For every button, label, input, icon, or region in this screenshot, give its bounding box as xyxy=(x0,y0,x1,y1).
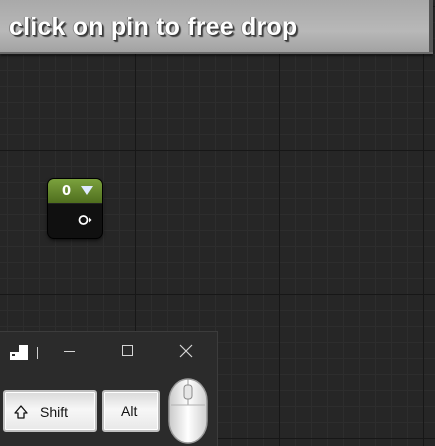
banner-edge xyxy=(429,0,433,52)
on-screen-keyboard: Shift Alt xyxy=(0,331,218,446)
maximize-icon[interactable] xyxy=(122,345,133,356)
keyboard-app-icon xyxy=(10,345,28,360)
mouse-icon xyxy=(168,378,208,444)
close-icon[interactable] xyxy=(178,343,194,359)
banner-text: click on pin to free drop xyxy=(9,13,298,41)
alt-key[interactable]: Alt xyxy=(102,390,160,432)
shift-key-label: Shift xyxy=(40,404,69,420)
triangle-down-icon[interactable] xyxy=(81,186,93,195)
minimize-icon[interactable] xyxy=(64,351,75,352)
exec-pin-icon[interactable] xyxy=(78,214,92,226)
alt-key-label: Alt xyxy=(121,403,138,419)
title-separator xyxy=(37,347,38,359)
shift-arrow-icon xyxy=(14,405,28,419)
graph-node[interactable]: 0 xyxy=(48,179,102,238)
node-title: 0 xyxy=(62,184,72,199)
instruction-banner: click on pin to free drop xyxy=(0,0,433,54)
shift-key[interactable]: Shift xyxy=(3,390,97,432)
node-header[interactable]: 0 xyxy=(48,179,102,204)
